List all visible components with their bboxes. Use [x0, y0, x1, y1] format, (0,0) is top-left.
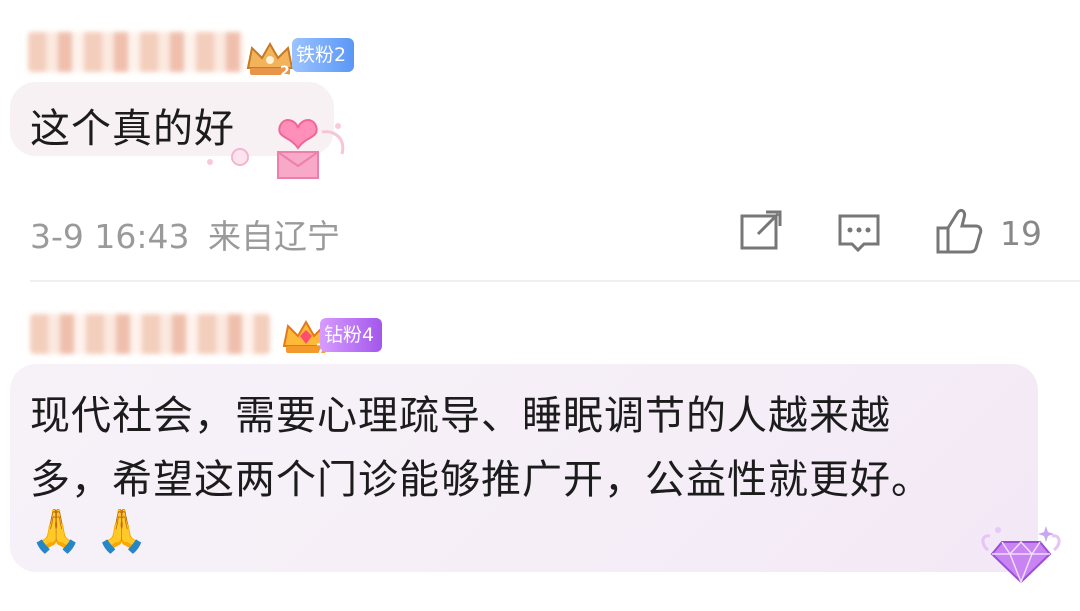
- fan-badge-level: 2: [334, 44, 347, 66]
- emoji-row: 🙏 🙏: [30, 506, 148, 555]
- fan-badge-label: 铁粉: [296, 44, 335, 66]
- location: 来自辽宁: [208, 217, 340, 256]
- username-blurred[interactable]: [30, 314, 270, 354]
- share-icon[interactable]: [738, 204, 784, 260]
- like-button[interactable]: 19: [934, 204, 1044, 260]
- like-count: 19: [1000, 214, 1042, 253]
- comment-item[interactable]: 2 铁粉2 这个真的好 3-9 16:43 来自辽宁 19: [0, 0, 1080, 280]
- crown-icon: 2: [246, 41, 294, 78]
- username-blurred[interactable]: [28, 32, 244, 72]
- diamond-sticker: [981, 526, 1061, 585]
- heart-envelope-sticker: [207, 119, 345, 179]
- fan-badge[interactable]: 钻粉4: [320, 318, 383, 352]
- comment-meta: 3-9 16:43 来自辽宁: [30, 210, 340, 258]
- svg-text:2: 2: [280, 64, 290, 78]
- like-icon: [936, 208, 983, 254]
- comment-icon[interactable]: [836, 204, 882, 260]
- fan-badge-level: 4: [362, 324, 375, 346]
- timestamp: 3-9 16:43: [30, 217, 190, 256]
- fan-badge-label: 钻粉: [324, 324, 363, 346]
- comment-item[interactable]: 7 钻粉4 现代社会，需要心理疏导、睡眠调节的人越来越多，希望这两个门诊能够推广…: [0, 282, 1080, 611]
- fan-badge[interactable]: 铁粉2: [292, 38, 355, 72]
- comment-text: 现代社会，需要心理疏导、睡眠调节的人越来越多，希望这两个门诊能够推广开，公益性就…: [30, 393, 932, 503]
